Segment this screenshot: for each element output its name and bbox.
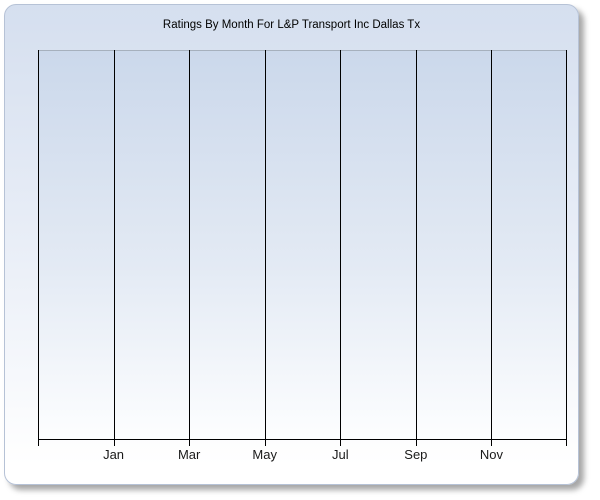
chart-title: Ratings By Month For L&P Transport Inc D… xyxy=(5,18,578,32)
x-gridline xyxy=(566,50,567,446)
x-axis-labels: Jan Mar May Jul Sep Nov xyxy=(38,440,567,464)
chart-panel: Ratings By Month For L&P Transport Inc D… xyxy=(4,4,579,485)
x-tick-label: Jan xyxy=(103,447,124,462)
x-gridline xyxy=(265,50,266,446)
x-gridline xyxy=(416,50,417,446)
x-tick-label: Mar xyxy=(178,447,200,462)
x-gridline xyxy=(340,50,341,446)
x-tick-label: May xyxy=(252,447,277,462)
gridlines-container xyxy=(38,51,567,440)
x-gridline xyxy=(114,50,115,446)
x-tick-label: Jul xyxy=(332,447,349,462)
x-tick-label: Sep xyxy=(404,447,427,462)
x-tick-label: Nov xyxy=(480,447,503,462)
x-gridline xyxy=(189,50,190,446)
x-gridline xyxy=(38,50,39,446)
plot-area: JanMarMayJulSepNov xyxy=(38,50,567,440)
x-gridline xyxy=(491,50,492,446)
